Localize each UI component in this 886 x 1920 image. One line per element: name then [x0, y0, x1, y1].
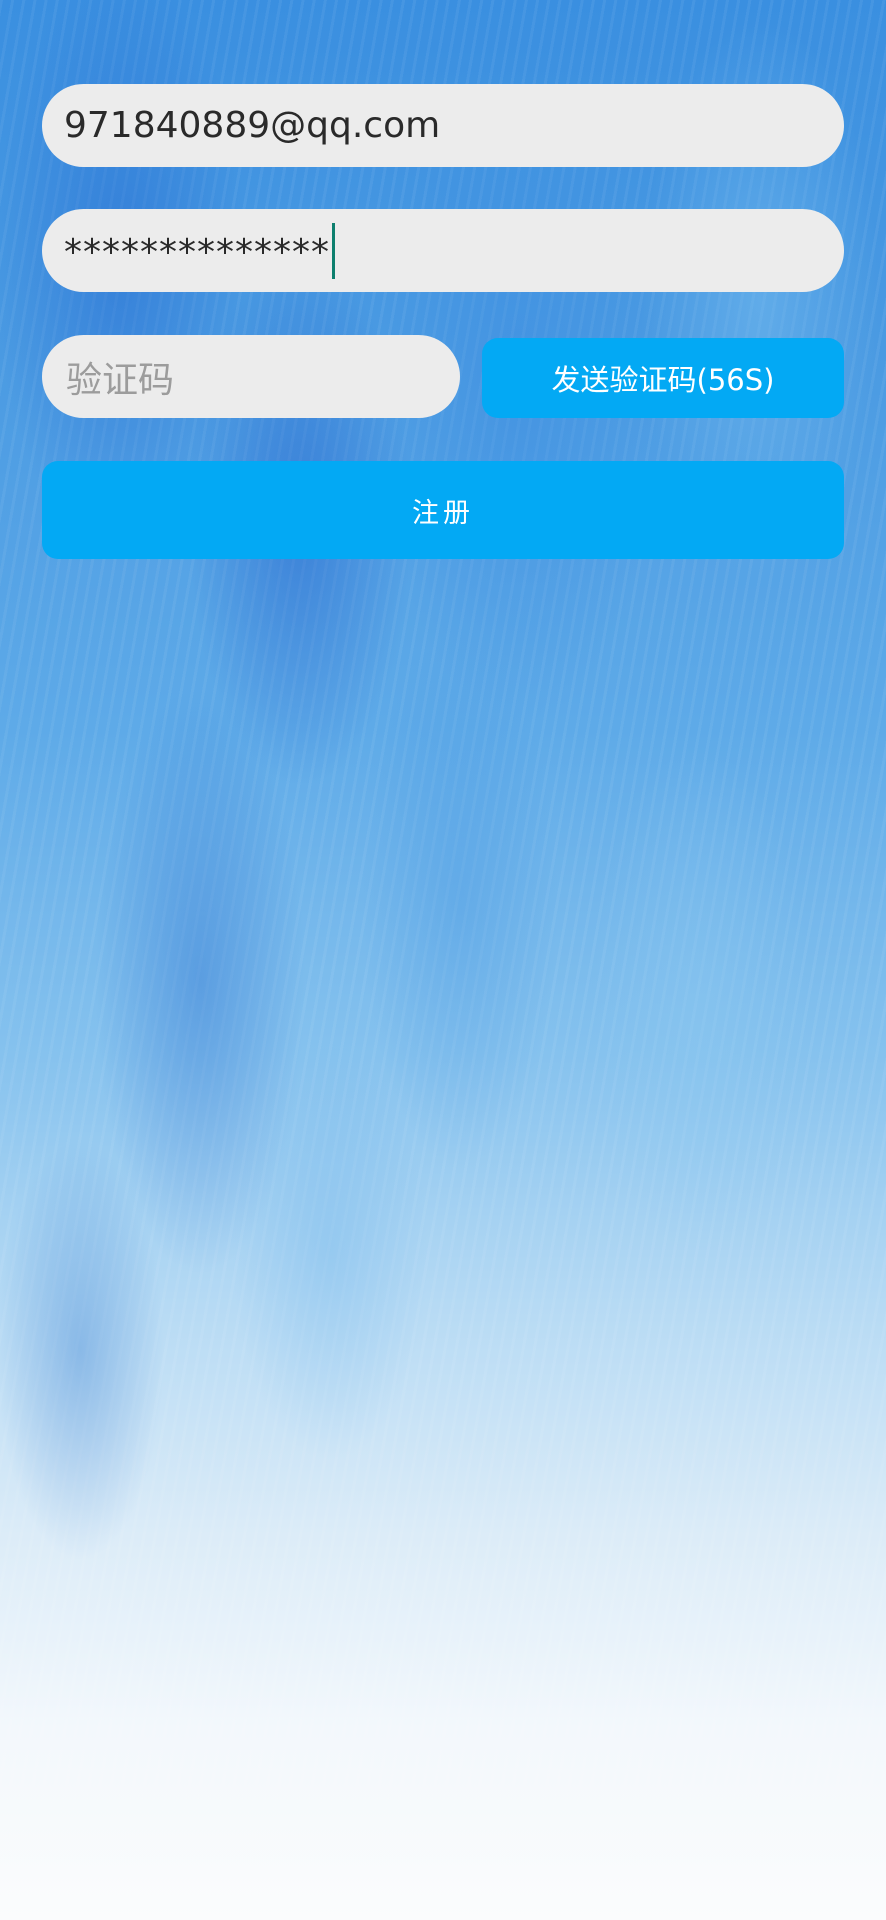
password-field[interactable]: ************** [42, 209, 844, 292]
verification-code-input[interactable]: 验证码 [42, 335, 460, 418]
send-code-label: 发送验证码(56S) [551, 363, 775, 397]
password-value: ************** [64, 232, 330, 273]
verification-code-placeholder: 验证码 [66, 359, 175, 401]
register-label: 注册 [412, 497, 474, 529]
text-cursor [332, 222, 335, 279]
email-field[interactable]: 971840889@qq.com [42, 84, 844, 167]
send-code-button[interactable]: 发送验证码(56S) [482, 338, 844, 418]
register-button[interactable]: 注册 [42, 461, 844, 559]
email-value: 971840889@qq.com [64, 105, 441, 146]
